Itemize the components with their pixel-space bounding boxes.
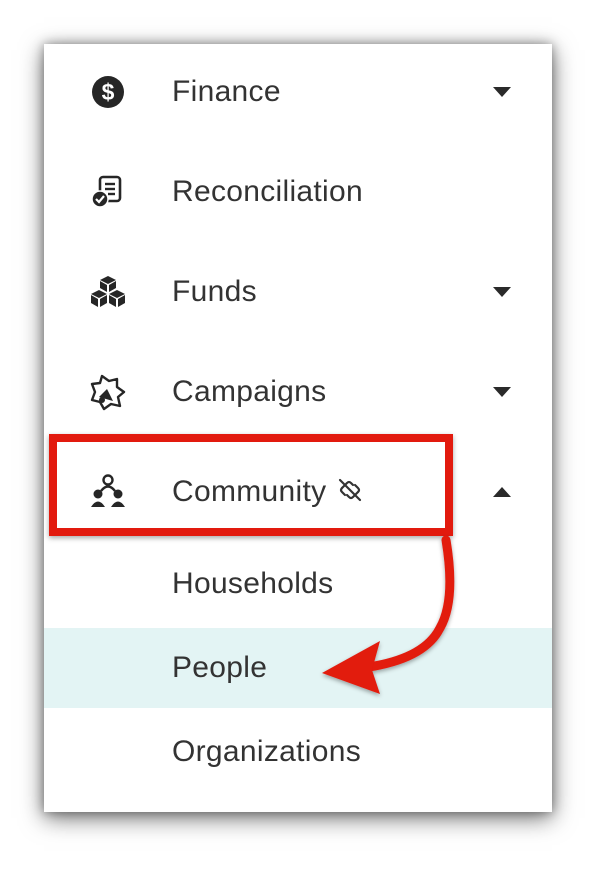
menu-item-campaigns[interactable]: Campaigns <box>44 352 552 432</box>
menu-item-finance[interactable]: $ Finance <box>44 52 552 132</box>
menu-item-funds[interactable]: Funds <box>44 252 552 332</box>
navigation-menu: $ Finance Reconciliation Funds Campaigns… <box>44 44 552 812</box>
menu-item-label: Finance <box>172 75 281 108</box>
svg-text:$: $ <box>102 79 115 105</box>
submenu-item-label: People <box>172 651 268 684</box>
chevron-down-icon[interactable] <box>492 282 512 302</box>
menu-item-reconciliation[interactable]: Reconciliation <box>44 152 552 232</box>
menu-item-community[interactable]: Community <box>44 452 552 532</box>
stacked-boxes-icon <box>88 272 128 312</box>
community-label-group: Community <box>172 475 364 509</box>
submenu-item-label: Households <box>172 567 334 600</box>
chevron-up-icon[interactable] <box>492 482 512 502</box>
dollar-circle-icon: $ <box>88 72 128 112</box>
unlink-icon <box>336 476 364 509</box>
people-group-icon <box>88 472 128 512</box>
screenshot-stage: $ Finance Reconciliation Funds Campaigns… <box>0 0 616 876</box>
submenu-item-organizations[interactable]: Organizations <box>44 712 552 792</box>
submenu-item-people[interactable]: People <box>44 628 552 708</box>
menu-item-label: Funds <box>172 275 257 308</box>
menu-item-label: Reconciliation <box>172 175 363 208</box>
menu-item-label: Campaigns <box>172 375 327 408</box>
menu-item-label: Community <box>172 475 327 508</box>
chevron-down-icon[interactable] <box>492 82 512 102</box>
chevron-down-icon[interactable] <box>492 382 512 402</box>
document-check-icon <box>88 172 128 212</box>
submenu-item-households[interactable]: Households <box>44 544 552 624</box>
megaphone-icon <box>88 372 128 412</box>
submenu-item-label: Organizations <box>172 735 361 768</box>
